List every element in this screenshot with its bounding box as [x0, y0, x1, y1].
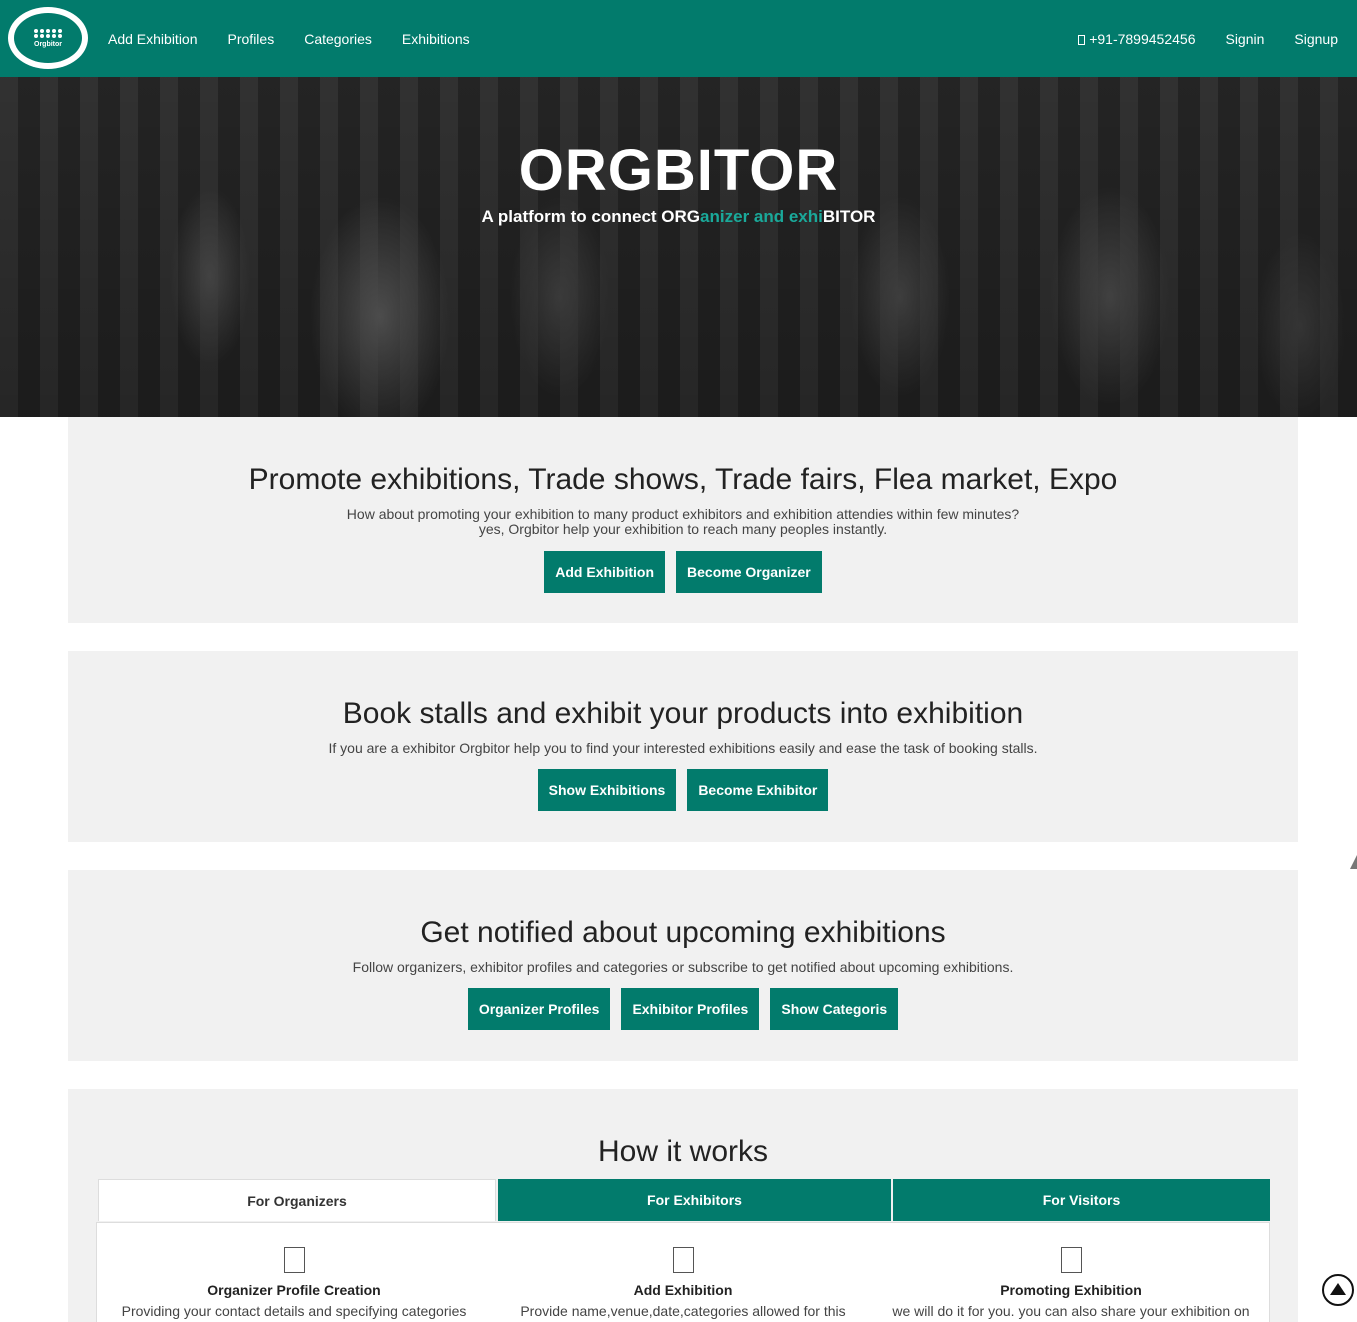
hero-subtitle: A platform to connect ORGanizer and exhi… [0, 207, 1357, 227]
step-promoting: Promoting Exhibition we will do it for y… [876, 1223, 1266, 1319]
hero-title: ORGBITOR [518, 138, 839, 203]
tab-for-visitors[interactable]: For Visitors [893, 1179, 1270, 1221]
step-desc: Providing your contact details and speci… [121, 1303, 467, 1319]
orgbitor-logo[interactable]: Orgbitor [8, 7, 88, 69]
nav-categories[interactable]: Categories [304, 31, 372, 47]
hero-sub-part2: anizer and exhi [700, 207, 823, 226]
notify-section: Get notified about upcoming exhibitions … [68, 870, 1298, 1061]
book-stalls-section: Book stalls and exhibit your products in… [68, 651, 1298, 842]
promote-buttons: Add Exhibition Become Organizer [68, 551, 1298, 593]
become-organizer-button[interactable]: Become Organizer [676, 551, 822, 593]
step-title: Organizer Profile Creation [207, 1282, 381, 1298]
how-it-works-section: How it works For Organizers For Exhibito… [68, 1089, 1298, 1322]
book-heading: Book stalls and exhibit your products in… [342, 697, 1024, 730]
book-buttons: Show Exhibitions Become Exhibitor [68, 769, 1298, 811]
step-desc: we will do it for you. you can also shar… [892, 1303, 1250, 1319]
step-title: Add Exhibition [633, 1282, 733, 1298]
hero-sub-part1: A platform to connect ORG [481, 207, 701, 226]
step-title: Promoting Exhibition [1000, 1282, 1142, 1298]
add-exhibition-button[interactable]: Add Exhibition [544, 551, 666, 593]
tab-for-exhibitors[interactable]: For Exhibitors [498, 1179, 891, 1221]
how-heading: How it works [597, 1135, 769, 1168]
notify-buttons: Organizer Profiles Exhibitor Profiles Sh… [68, 988, 1298, 1030]
hero-banner: ORGBITOR A platform to connect ORGanizer… [0, 77, 1357, 417]
hero-sub-part3: BITOR [822, 207, 876, 226]
scroll-to-top-button[interactable] [1322, 1274, 1354, 1306]
nav-phone[interactable]: +91-7899452456 [1078, 31, 1195, 47]
book-text: If you are a exhibitor Orgbitor help you… [328, 740, 1038, 756]
nav-add-exhibition[interactable]: Add Exhibition [108, 31, 198, 47]
tab-for-organizers[interactable]: For Organizers [98, 1179, 496, 1221]
promote-text-2: yes, Orgbitor help your exhibition to re… [478, 521, 888, 537]
arrow-up-icon [1330, 1282, 1346, 1295]
nav-profiles[interactable]: Profiles [228, 31, 275, 47]
profile-icon [283, 1247, 305, 1273]
how-tabs: For Organizers For Exhibitors For Visito… [98, 1179, 1270, 1221]
show-exhibitions-button[interactable]: Show Exhibitions [537, 769, 677, 811]
step-desc: Provide name,venue,date,categories allow… [520, 1303, 846, 1319]
organizers-tab-panel: Organizer Profile Creation Providing you… [96, 1222, 1270, 1322]
phone-icon [1078, 34, 1086, 45]
edge-indicator-icon [1350, 855, 1357, 869]
show-categories-button[interactable]: Show Categoris [770, 988, 899, 1030]
nav-exhibitions[interactable]: Exhibitions [402, 31, 470, 47]
nav-signin[interactable]: Signin [1225, 31, 1264, 47]
promote-text-1: How about promoting your exhibition to m… [346, 506, 1020, 522]
nav-phone-number: +91-7899452456 [1089, 30, 1196, 47]
become-exhibitor-button[interactable]: Become Exhibitor [687, 769, 829, 811]
exhibition-icon [672, 1247, 694, 1273]
notify-heading: Get notified about upcoming exhibitions [420, 916, 946, 949]
secondary-nav: +91-7899452456 Signin Signup [1078, 0, 1338, 77]
exhibitor-profiles-button[interactable]: Exhibitor Profiles [621, 988, 760, 1030]
promote-icon [1060, 1247, 1082, 1273]
logo-dots-icon [34, 28, 62, 38]
logo-text: Orgbitor [34, 40, 62, 48]
step-profile-creation: Organizer Profile Creation Providing you… [99, 1223, 489, 1319]
promote-heading: Promote exhibitions, Trade shows, Trade … [248, 463, 1118, 496]
step-add-exhibition: Add Exhibition Provide name,venue,date,c… [488, 1223, 878, 1319]
hero-crowd-image [0, 77, 1357, 417]
primary-nav: Add Exhibition Profiles Categories Exhib… [108, 0, 500, 77]
top-navbar: Orgbitor Add Exhibition Profiles Categor… [0, 0, 1357, 77]
organizer-profiles-button[interactable]: Organizer Profiles [467, 988, 611, 1030]
notify-text: Follow organizers, exhibitor profiles an… [352, 959, 1014, 975]
nav-signup[interactable]: Signup [1294, 31, 1338, 47]
promote-section: Promote exhibitions, Trade shows, Trade … [68, 417, 1298, 623]
logo-badge: Orgbitor [14, 13, 82, 63]
